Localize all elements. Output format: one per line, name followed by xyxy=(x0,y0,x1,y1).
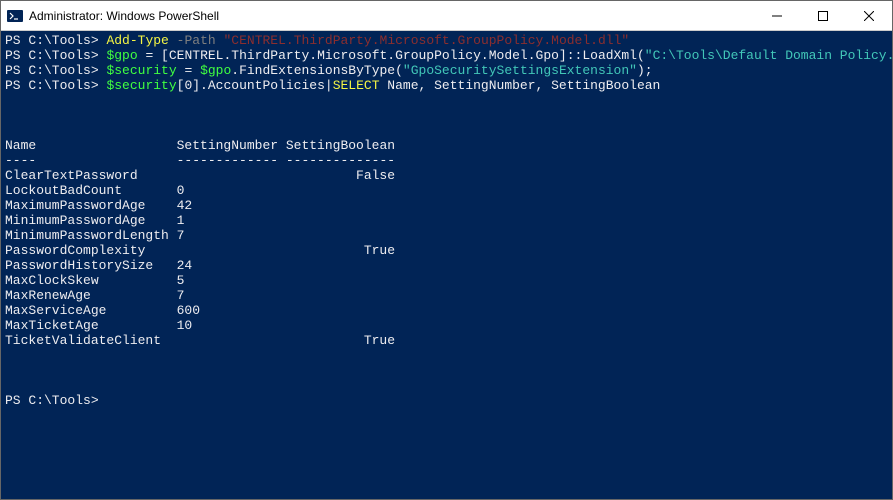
variable: $gpo xyxy=(106,48,137,63)
window-controls xyxy=(754,1,892,30)
cell-name: MaxRenewAge xyxy=(5,288,177,303)
cell-name: TicketValidateClient xyxy=(5,333,177,348)
table-row: LockoutBadCount0 xyxy=(5,183,888,198)
table-row: MaxTicketAge10 xyxy=(5,318,888,333)
table-row: ClearTextPassword False xyxy=(5,168,888,183)
cell-num: 7 xyxy=(177,288,278,303)
prompt: PS C:\Tools> xyxy=(5,78,99,93)
cell-name: PasswordComplexity xyxy=(5,243,177,258)
table-row: MinimumPasswordLength7 xyxy=(5,228,888,243)
cell-bool: True xyxy=(286,243,395,258)
prompt: PS C:\Tools> xyxy=(5,48,99,63)
command-line: PS C:\Tools> $security[0].AccountPolicie… xyxy=(5,78,888,93)
cell-num: 0 xyxy=(177,183,278,198)
dash: -------------- xyxy=(286,153,395,168)
variable: $security xyxy=(106,63,176,78)
cell-bool: True xyxy=(286,333,395,348)
cell-num: 24 xyxy=(177,258,278,273)
paren: ); xyxy=(637,63,653,78)
maximize-icon xyxy=(818,11,828,21)
command-line: PS C:\Tools> $gpo = [CENTREL.ThirdParty.… xyxy=(5,48,888,63)
cell-name: MaxServiceAge xyxy=(5,303,177,318)
close-icon xyxy=(864,11,874,21)
variable: $gpo xyxy=(200,63,231,78)
param: -Path xyxy=(177,33,216,48)
terminal-output[interactable]: PS C:\Tools> Add-Type -Path "CENTREL.Thi… xyxy=(1,31,892,499)
table-row: MaxServiceAge600 xyxy=(5,303,888,318)
minimize-button[interactable] xyxy=(754,1,800,30)
cell-num: 10 xyxy=(177,318,278,333)
string-arg: "CENTREL.ThirdParty.Microsoft.GroupPolic… xyxy=(224,33,630,48)
cell-name: MaxClockSkew xyxy=(5,273,177,288)
cell-name: LockoutBadCount xyxy=(5,183,177,198)
expr: [0].AccountPolicies| xyxy=(177,78,333,93)
dash: ---- xyxy=(5,153,177,168)
table-row: MinimumPasswordAge1 xyxy=(5,213,888,228)
cell-bool: False xyxy=(286,168,395,183)
table-row: MaxClockSkew5 xyxy=(5,273,888,288)
window-title: Administrator: Windows PowerShell xyxy=(29,9,754,23)
cell-name: MaximumPasswordAge xyxy=(5,198,177,213)
prompt: PS C:\Tools> xyxy=(5,63,99,78)
maximize-button[interactable] xyxy=(800,1,846,30)
cell-num: 5 xyxy=(177,273,278,288)
cell-name: PasswordHistorySize xyxy=(5,258,177,273)
cell-num: 600 xyxy=(177,303,278,318)
expr: = [CENTREL.ThirdParty.Microsoft.GroupPol… xyxy=(138,48,583,63)
cell-name: MinimumPasswordAge xyxy=(5,213,177,228)
eq: = xyxy=(177,63,200,78)
prompt: PS C:\Tools> xyxy=(5,33,99,48)
cell-name: ClearTextPassword xyxy=(5,168,177,183)
string-arg: "GpoSecuritySettingsExtension" xyxy=(403,63,637,78)
string-arg: "C:\Tools\Default Domain Policy.xml" xyxy=(645,48,892,63)
table-row: PasswordHistorySize24 xyxy=(5,258,888,273)
powershell-icon xyxy=(7,8,23,24)
table-divider: ----------------- -------------- xyxy=(5,153,888,168)
powershell-window: Administrator: Windows PowerShell PS C:\… xyxy=(0,0,893,500)
col-header-num: SettingNumber xyxy=(177,138,278,153)
cell-num: 1 xyxy=(177,213,278,228)
table-header: NameSettingNumber SettingBoolean xyxy=(5,138,888,153)
cell-name: MaxTicketAge xyxy=(5,318,177,333)
command-line: PS C:\Tools> Add-Type -Path "CENTREL.Thi… xyxy=(5,33,888,48)
close-button[interactable] xyxy=(846,1,892,30)
table-row: MaximumPasswordAge42 xyxy=(5,198,888,213)
prompt: PS C:\Tools> xyxy=(5,393,99,408)
cell-num: 42 xyxy=(177,198,278,213)
titlebar[interactable]: Administrator: Windows PowerShell xyxy=(1,1,892,31)
col-header-name: Name xyxy=(5,138,177,153)
table-row: TicketValidateClient True xyxy=(5,333,888,348)
cmdlet: SELECT xyxy=(333,78,380,93)
minimize-icon xyxy=(772,11,782,21)
variable: $security xyxy=(106,78,176,93)
cmdlet: Add-Type xyxy=(106,33,168,48)
col-header-bool: SettingBoolean xyxy=(286,138,395,153)
table-row: PasswordComplexity True xyxy=(5,243,888,258)
table-row: MaxRenewAge7 xyxy=(5,288,888,303)
prompt-line: PS C:\Tools> xyxy=(5,393,888,408)
method: LoadXml xyxy=(582,48,637,63)
dash: ------------- xyxy=(177,153,278,168)
blank-line xyxy=(5,363,888,378)
cell-name: MinimumPasswordLength xyxy=(5,228,177,243)
method: .FindExtensionsByType( xyxy=(231,63,403,78)
table-body: ClearTextPassword FalseLockoutBadCount0 … xyxy=(5,168,888,348)
columns: Name, SettingNumber, SettingBoolean xyxy=(380,78,661,93)
cell-num: 7 xyxy=(177,228,278,243)
blank-line xyxy=(5,108,888,123)
paren: ( xyxy=(637,48,645,63)
command-line: PS C:\Tools> $security = $gpo.FindExtens… xyxy=(5,63,888,78)
